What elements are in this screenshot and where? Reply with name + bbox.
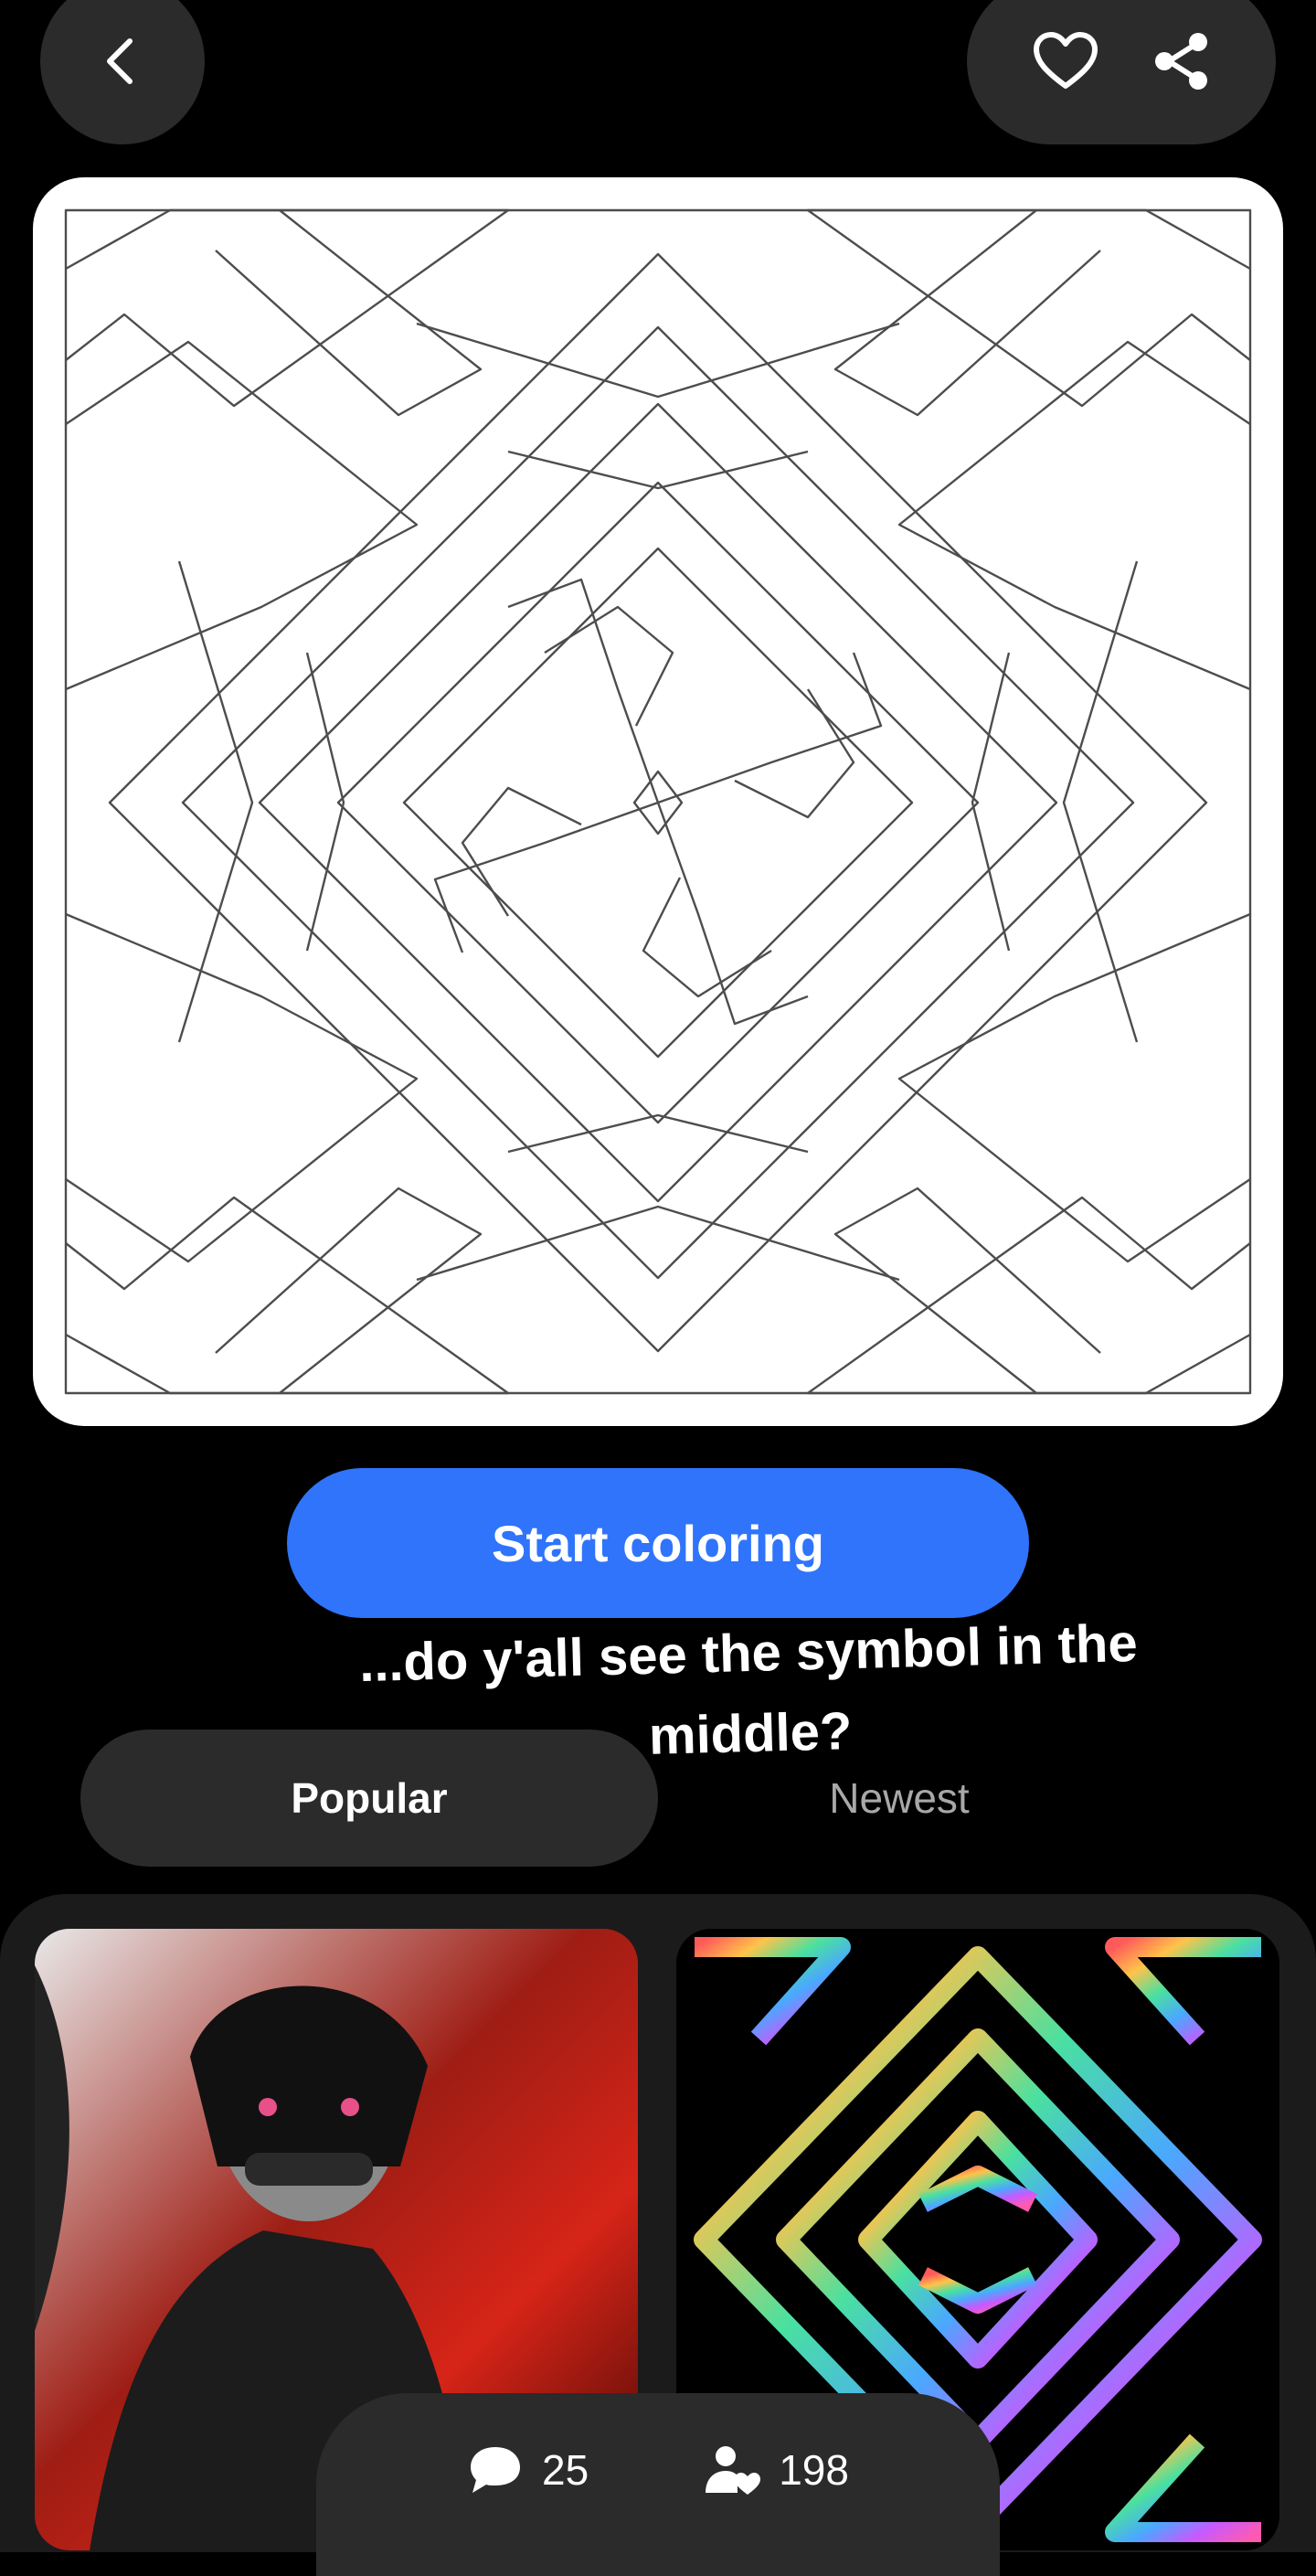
comments-stat[interactable]: 25 — [467, 2441, 589, 2499]
person-heart-icon — [704, 2443, 761, 2496]
chevron-left-icon — [95, 34, 150, 89]
comments-count: 25 — [542, 2446, 589, 2494]
caption-text: ...do y'all see the symbol in the middle… — [358, 1613, 1139, 1766]
colorists-stat[interactable]: 198 — [704, 2441, 849, 2499]
back-button[interactable] — [40, 0, 205, 144]
stats-bar: 25 198 — [316, 2393, 1000, 2576]
action-pill — [967, 0, 1276, 144]
share-icon[interactable] — [1152, 32, 1211, 90]
speech-bubble-icon — [467, 2443, 524, 2496]
line-art-preview[interactable] — [33, 177, 1283, 1426]
colorists-count: 198 — [779, 2446, 849, 2494]
start-coloring-button[interactable]: Start coloring — [287, 1468, 1029, 1618]
heart-icon[interactable] — [1032, 31, 1099, 91]
